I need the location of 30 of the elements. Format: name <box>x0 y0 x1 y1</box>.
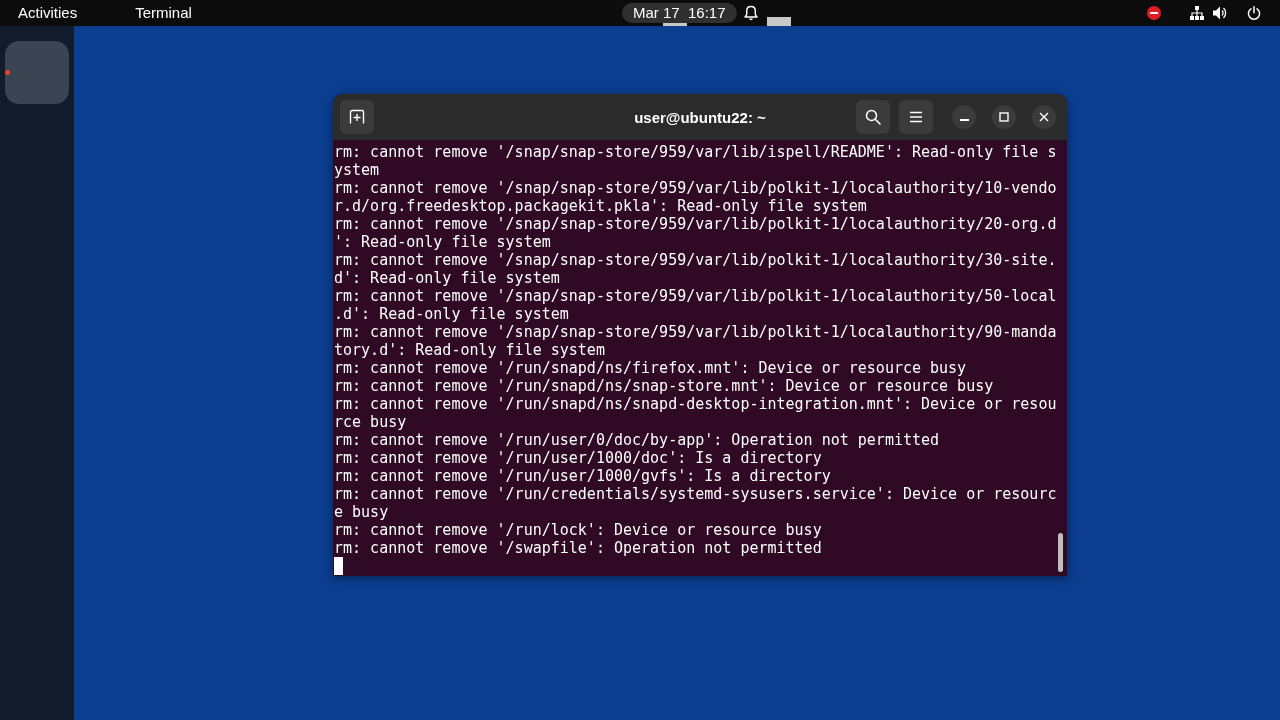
clock-button[interactable]: Mar 17 16:17 <box>622 3 737 23</box>
terminal-line: rm: cannot remove '/run/user/0/doc/by-app': Operation not permitted <box>334 431 941 449</box>
maximize-button[interactable] <box>992 105 1016 129</box>
minimize-icon <box>959 119 969 121</box>
close-button[interactable] <box>1032 105 1056 129</box>
terminal-line: rm: cannot remove '/run/snapd/ns/snap-store.mnt': Device or resource busy <box>334 377 995 395</box>
new-tab-icon <box>349 109 365 125</box>
app-menu-button[interactable]: Terminal <box>135 4 192 22</box>
search-button[interactable] <box>856 100 890 134</box>
menu-button[interactable] <box>899 100 933 134</box>
no-entry-icon[interactable] <box>1147 6 1161 20</box>
maximize-icon <box>999 112 1009 122</box>
close-icon <box>1039 112 1049 122</box>
terminal-line: rm: cannot remove '/run/lock': Device or resource busy <box>334 521 823 539</box>
scrollbar-thumb[interactable] <box>1058 533 1063 572</box>
search-icon <box>865 109 881 125</box>
activities-button[interactable]: Activities <box>18 4 78 22</box>
bell-icon <box>743 5 758 21</box>
power-icon[interactable] <box>1247 6 1261 20</box>
menu-icon <box>908 109 924 125</box>
terminal-line: rm: cannot remove '/run/user/1000/doc': Is a directory <box>334 449 823 467</box>
terminal-line: rm: cannot remove '/run/snapd/ns/firefox.mnt': Device or resource busy <box>334 359 968 377</box>
network-icon[interactable] <box>1190 6 1204 20</box>
new-tab-button[interactable] <box>340 100 374 134</box>
terminal-line: rm: cannot remove '/run/user/1000/gvfs': Is a directory <box>334 467 832 485</box>
window-title: user@ubuntu22: ~ <box>634 108 766 126</box>
cursor-icon <box>334 557 343 575</box>
minimize-button[interactable] <box>952 105 976 129</box>
terminal-line: rm: cannot remove '/swapfile': Operation not permitted <box>334 539 823 557</box>
volume-icon[interactable] <box>1213 6 1227 20</box>
